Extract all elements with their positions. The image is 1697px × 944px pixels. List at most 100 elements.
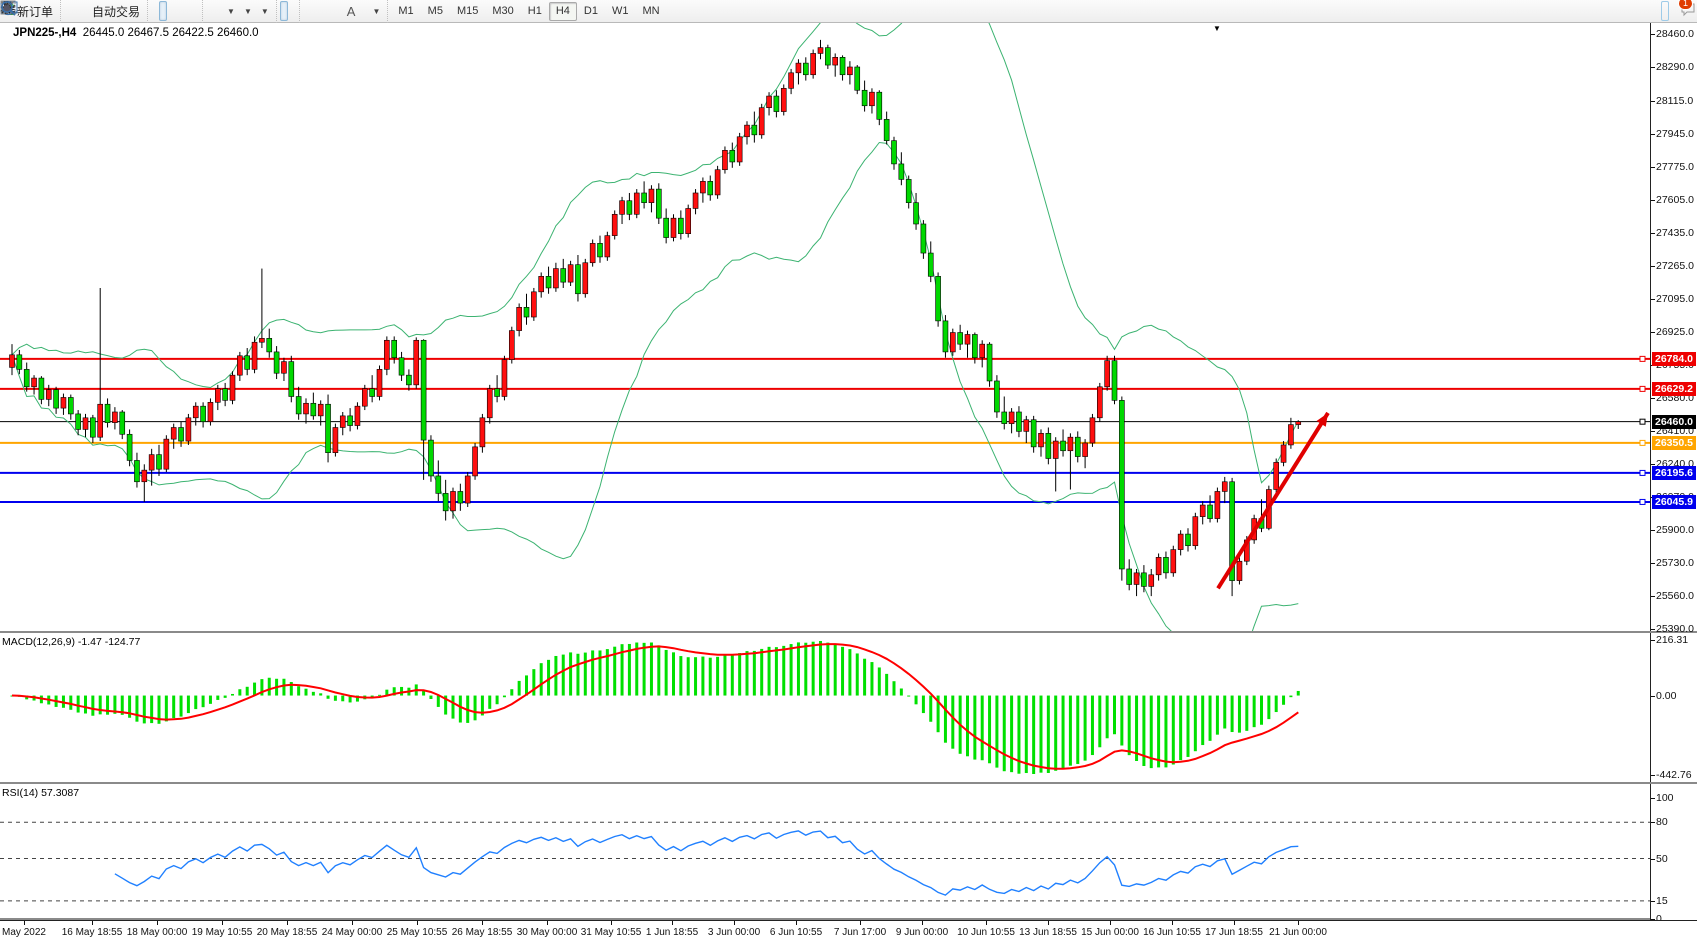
macd-histogram-bar	[723, 655, 726, 696]
candle-body	[54, 390, 59, 408]
macd-axis[interactable]: 216.310.00-442.76	[1650, 633, 1697, 782]
macd-histogram-bar	[870, 662, 873, 695]
crosshair-tool-button[interactable]	[288, 1, 296, 21]
rsi-panel[interactable]	[0, 784, 1650, 920]
rsi-tick	[1651, 901, 1655, 902]
macd-histogram-bar	[973, 696, 976, 760]
macd-histogram-bar	[900, 688, 903, 695]
timeframe-m30-button[interactable]: M30	[485, 2, 520, 21]
shapes-tool-button[interactable]: ▼	[367, 1, 384, 21]
trendline-tool-button[interactable]	[319, 1, 327, 21]
vertical-line-tool-button[interactable]	[303, 1, 311, 21]
timeframe-m5-button[interactable]: M5	[421, 2, 450, 21]
macd-histogram-bar	[1135, 696, 1138, 761]
candle-body	[987, 344, 992, 381]
ray-handle[interactable]	[1640, 386, 1645, 391]
candle-body	[737, 137, 742, 162]
zoom-in-button[interactable]	[175, 1, 183, 21]
macd-histogram-bar	[1267, 696, 1270, 720]
main-chart-panel[interactable]	[0, 23, 1650, 631]
price-tick	[1651, 596, 1655, 597]
candlestick-mode-button[interactable]	[159, 1, 167, 21]
ray-handle[interactable]	[1640, 470, 1645, 475]
rsi-canvas[interactable]	[0, 784, 1650, 920]
candle-body	[17, 355, 22, 370]
history-center-button[interactable]	[64, 1, 72, 21]
line-chart-mode-button[interactable]	[167, 1, 175, 21]
time-label: 31 May 10:55	[581, 927, 642, 938]
time-axis[interactable]: May 202216 May 18:5518 May 00:0019 May 1…	[0, 920, 1697, 944]
text-tool-button[interactable]: A	[343, 1, 360, 21]
price-tick-label: 25730.0	[1656, 557, 1694, 569]
macd-histogram-bar	[297, 686, 300, 695]
chart-shift-marker[interactable]: ▼	[1213, 24, 1221, 33]
candle-body	[436, 476, 441, 493]
candle-body	[612, 214, 617, 235]
search-button[interactable]	[1661, 1, 1669, 21]
tile-windows-button[interactable]	[191, 1, 199, 21]
time-tick	[734, 921, 735, 925]
candle-body	[267, 338, 272, 352]
autotrading-button[interactable]: 自动交易	[88, 1, 144, 21]
bar-chart-mode-button[interactable]	[151, 1, 159, 21]
candle-body	[304, 403, 309, 414]
text-tool-icon: A	[347, 4, 356, 19]
notifications-button[interactable]: 1	[1679, 1, 1687, 21]
price-line-badge: 26784.0	[1652, 352, 1696, 366]
price-tick	[1651, 134, 1655, 135]
new-order-button[interactable]: 新订单	[13, 1, 57, 21]
macd-panel[interactable]	[0, 633, 1650, 782]
macd-histogram-bar	[437, 696, 440, 707]
candle-body	[502, 360, 507, 397]
indicator-window-delete-button[interactable]	[214, 1, 222, 21]
ray-handle[interactable]	[1640, 440, 1645, 445]
macd-histogram-bar	[165, 696, 168, 722]
candle-body	[215, 389, 220, 403]
horizontal-line-tool-button[interactable]	[311, 1, 319, 21]
timeframe-m15-button[interactable]: M15	[450, 2, 485, 21]
templates-button[interactable]: ▼	[256, 1, 273, 21]
cursor-tool-button[interactable]	[280, 1, 288, 21]
candle-body	[230, 375, 235, 400]
zoom-out-button[interactable]	[183, 1, 191, 21]
candle-body	[1046, 433, 1051, 458]
add-indicator-button[interactable]: ▼	[222, 1, 239, 21]
rsi-axis[interactable]: 1008050150	[1650, 784, 1697, 920]
channel-tool-button[interactable]: E	[327, 1, 335, 21]
indicator-window-button[interactable]	[206, 1, 214, 21]
profile-button[interactable]	[72, 1, 80, 21]
macd-histogram-bar	[1164, 696, 1167, 768]
timeframe-h4-button[interactable]: H4	[549, 2, 577, 21]
candle-body	[186, 418, 191, 441]
timeframe-h1-button[interactable]: H1	[521, 2, 549, 21]
timeframe-w1-button[interactable]: W1	[605, 2, 636, 21]
timeframe-m1-button[interactable]: M1	[391, 2, 420, 21]
macd-histogram-bar	[1069, 696, 1072, 766]
candle-body	[803, 63, 808, 75]
signals-button[interactable]	[80, 1, 88, 21]
candle-body	[1039, 433, 1044, 447]
ray-handle[interactable]	[1640, 356, 1645, 361]
time-tick	[352, 921, 353, 925]
fibonacci-tool-button[interactable]: F	[335, 1, 343, 21]
candle-body	[980, 344, 985, 358]
candle-body	[1178, 534, 1183, 550]
time-tick	[157, 921, 158, 925]
candle-body	[1200, 505, 1205, 517]
candle-body	[1215, 491, 1220, 518]
macd-canvas[interactable]	[0, 633, 1650, 782]
candle-body	[24, 369, 29, 386]
macd-histogram-bar	[312, 692, 315, 696]
price-tick	[1651, 563, 1655, 564]
ray-handle[interactable]	[1640, 419, 1645, 424]
price-chart-canvas[interactable]	[0, 23, 1650, 631]
periods-button[interactable]: ▼	[239, 1, 256, 21]
price-axis[interactable]: 28460.028290.028115.027945.027775.027605…	[1650, 23, 1697, 631]
timeframe-mn-button[interactable]: MN	[635, 2, 666, 21]
time-tick	[611, 921, 612, 925]
label-tool-button[interactable]: T	[359, 1, 367, 21]
macd-histogram-bar	[319, 693, 322, 695]
timeframe-d1-button[interactable]: D1	[577, 2, 605, 21]
ray-handle[interactable]	[1640, 499, 1645, 504]
candle-body	[994, 381, 999, 412]
